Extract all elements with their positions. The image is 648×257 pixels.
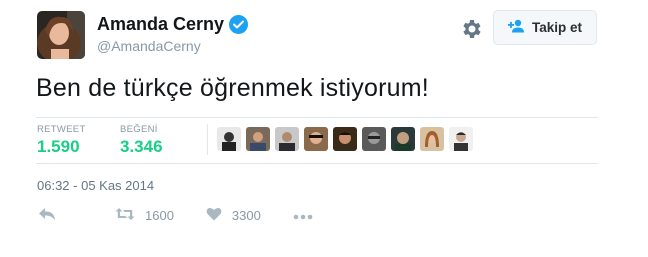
divider — [36, 163, 598, 164]
avatar[interactable] — [37, 11, 85, 59]
liker-avatar-icon[interactable] — [246, 127, 270, 151]
verified-badge-icon — [229, 15, 249, 34]
user-handle[interactable]: @AmandaCerny — [97, 38, 201, 54]
divider — [36, 117, 598, 118]
retweet-stat-value: 1.590 — [37, 137, 80, 156]
reply-icon — [38, 207, 56, 224]
liker-avatar-icon[interactable] — [217, 127, 241, 151]
liker-avatar-icon[interactable] — [391, 127, 415, 151]
liker-avatars — [217, 127, 473, 151]
retweet-icon — [115, 207, 135, 224]
add-user-icon — [507, 19, 526, 36]
liker-avatar-icon[interactable] — [420, 127, 444, 151]
retweet-count: 1600 — [145, 208, 174, 223]
follow-button[interactable]: Takip et — [493, 10, 597, 45]
display-name[interactable]: Amanda Cerny — [97, 14, 249, 35]
like-button[interactable]: 3300 — [206, 207, 261, 224]
like-count: 3300 — [231, 208, 261, 223]
liker-avatar-icon[interactable] — [449, 127, 473, 151]
more-icon — [293, 208, 313, 223]
display-name-text[interactable]: Amanda Cerny — [97, 14, 224, 35]
likes-stat-value: 3.346 — [120, 137, 163, 156]
reply-button[interactable] — [38, 207, 56, 224]
heart-icon — [206, 207, 222, 224]
liker-avatar-icon[interactable] — [362, 127, 386, 151]
gear-icon[interactable] — [459, 17, 483, 41]
retweet-stat[interactable]: RETWEET 1.590 — [37, 124, 86, 157]
tweet-text: Ben de türkçe öğrenmek istiyorum! — [36, 74, 429, 102]
tweet-actions: 1600 3300 — [38, 207, 313, 224]
liker-avatar-icon[interactable] — [275, 127, 299, 151]
likes-stat-label: BEĞENİ — [120, 124, 158, 135]
follow-button-label: Takip et — [531, 20, 582, 35]
liker-avatar-icon[interactable] — [333, 127, 357, 151]
likes-stat[interactable]: BEĞENİ 3.346 — [120, 124, 163, 157]
retweet-stat-label: RETWEET — [37, 124, 86, 135]
more-button[interactable] — [293, 208, 313, 223]
stats-divider — [207, 124, 208, 155]
liker-avatar-icon[interactable] — [304, 127, 328, 151]
tweet-timestamp[interactable]: 06:32 - 05 Kas 2014 — [37, 178, 154, 193]
retweet-button[interactable]: 1600 — [115, 207, 174, 224]
